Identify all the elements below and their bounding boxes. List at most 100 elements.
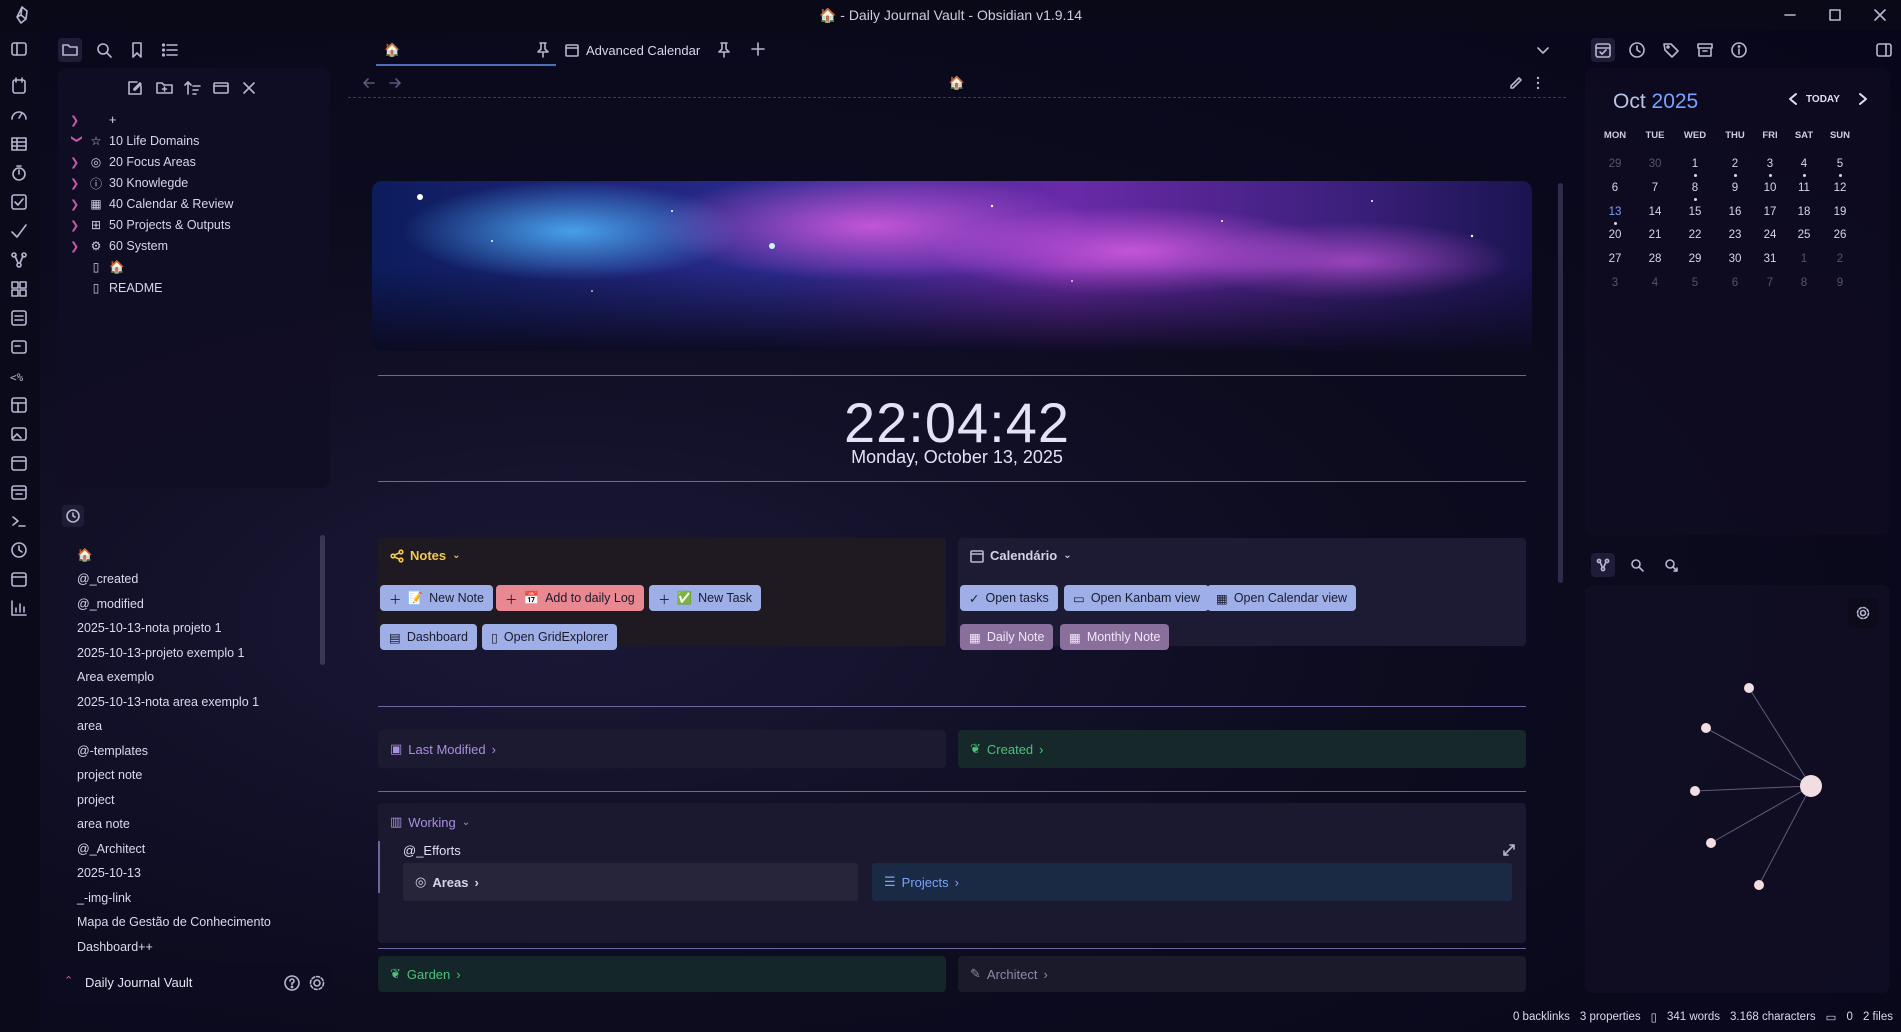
calendar-day[interactable]: 6 xyxy=(1597,182,1633,194)
backlinks-icon[interactable] xyxy=(1625,553,1649,577)
open-gridexplorer-button[interactable]: ▯ Open GridExplorer xyxy=(482,624,618,650)
calendar-day[interactable]: 17 xyxy=(1752,206,1788,218)
architect-section[interactable]: ✎ Architect › xyxy=(958,956,1526,992)
open-calendar-view-button[interactable]: ▦ Open Calendar view xyxy=(1207,585,1357,611)
bar-chart-icon[interactable] xyxy=(9,598,29,618)
calendar-day[interactable]: 5 xyxy=(1822,158,1858,170)
list-item[interactable]: Area exemplo xyxy=(77,667,154,687)
graph-node[interactable] xyxy=(1706,838,1716,848)
calendar-day[interactable]: 8 xyxy=(1677,182,1713,194)
graph-node[interactable] xyxy=(1701,723,1711,733)
calendar-day[interactable]: 12 xyxy=(1822,182,1858,194)
calendar-day[interactable]: 16 xyxy=(1717,206,1753,218)
next-month-chevron-icon[interactable] xyxy=(1857,92,1869,106)
edit-pencil-icon[interactable] xyxy=(1508,75,1524,91)
checkmark-icon[interactable] xyxy=(9,221,29,241)
info-icon[interactable] xyxy=(1727,38,1751,62)
image-icon[interactable] xyxy=(9,424,29,444)
calendar-day[interactable]: 20 xyxy=(1597,229,1633,241)
layout-icon[interactable] xyxy=(9,395,29,415)
graph-node[interactable] xyxy=(1690,786,1700,796)
tree-file-readme[interactable]: ▯ README xyxy=(58,276,328,300)
list-item[interactable]: 2025-10-13-nota area exemplo 1 xyxy=(77,692,259,712)
calendar-day[interactable]: 6 xyxy=(1717,277,1753,289)
calendar-day[interactable]: 2 xyxy=(1717,158,1753,170)
new-note-icon[interactable] xyxy=(125,78,145,98)
auto-reveal-icon[interactable] xyxy=(211,78,231,98)
calendar-day[interactable]: 1 xyxy=(1677,158,1713,170)
dashboard-icon[interactable] xyxy=(9,279,29,299)
sort-icon[interactable] xyxy=(183,78,203,98)
note-title[interactable]: 🏠 xyxy=(348,75,1566,91)
daily-note-icon[interactable] xyxy=(9,76,29,96)
new-note-button[interactable]: ＋ 📝 New Note xyxy=(380,585,493,611)
monthly-note-button[interactable]: ▦ Monthly Note xyxy=(1060,624,1170,650)
maximize-button[interactable] xyxy=(1815,4,1855,26)
outgoing-links-icon[interactable] xyxy=(1659,553,1683,577)
tab-advanced-calendar[interactable]: Advanced Calendar xyxy=(565,34,725,66)
recent-files-clock-icon[interactable] xyxy=(62,505,84,527)
prev-month-chevron-icon[interactable] xyxy=(1787,92,1799,106)
archive-icon[interactable] xyxy=(1693,38,1717,62)
local-graph-view[interactable] xyxy=(1585,585,1890,993)
list-icon[interactable] xyxy=(9,308,29,328)
dashboard-button[interactable]: ▤ Dashboard xyxy=(380,624,477,650)
calendar-range-icon[interactable] xyxy=(9,482,29,502)
garden-section[interactable]: ❦ Garden › xyxy=(378,956,946,992)
sidebar-toggle-icon[interactable] xyxy=(9,39,29,59)
today-button[interactable]: TODAY xyxy=(1806,94,1840,105)
pin-icon[interactable] xyxy=(535,41,551,59)
list-item[interactable]: _-img-link xyxy=(77,888,131,908)
calendar-day[interactable]: 15 xyxy=(1677,206,1713,218)
calendar-day[interactable]: 27 xyxy=(1597,253,1633,265)
table-icon[interactable] xyxy=(9,134,29,154)
tags-icon[interactable] xyxy=(1659,38,1683,62)
list-item[interactable]: project xyxy=(77,790,115,810)
calendar-day[interactable]: 30 xyxy=(1637,158,1673,170)
collapse-all-icon[interactable] xyxy=(239,78,259,98)
pin-icon[interactable] xyxy=(716,41,732,59)
gauge-icon[interactable] xyxy=(9,105,29,125)
calendar-day[interactable]: 21 xyxy=(1637,229,1673,241)
right-sidebar-toggle-icon[interactable] xyxy=(1872,38,1896,62)
calendar-day[interactable]: 4 xyxy=(1637,277,1673,289)
new-tab-icon[interactable] xyxy=(750,41,766,57)
reading-mode-book-icon[interactable]: ▯ xyxy=(1651,1010,1657,1024)
calendar-day[interactable]: 5 xyxy=(1677,277,1713,289)
working-header[interactable]: ▥ Working ⌄ xyxy=(390,814,470,830)
calendar-check-icon[interactable] xyxy=(9,569,29,589)
calendar-day[interactable]: 23 xyxy=(1717,229,1753,241)
list-item[interactable]: area note xyxy=(77,814,130,834)
calendar-day[interactable]: 28 xyxy=(1637,253,1673,265)
list-item[interactable]: project note xyxy=(77,765,142,785)
more-options-icon[interactable] xyxy=(1535,75,1541,91)
calendar-day[interactable]: 4 xyxy=(1786,158,1822,170)
history-icon[interactable] xyxy=(1625,38,1649,62)
calendar-day[interactable]: 14 xyxy=(1637,206,1673,218)
calendar-day[interactable]: 9 xyxy=(1717,182,1753,194)
new-folder-icon[interactable] xyxy=(155,78,175,98)
calendar-day[interactable]: 31 xyxy=(1752,253,1788,265)
tab-list-chevron-down-icon[interactable] xyxy=(1536,43,1550,57)
list-item[interactable]: Dashboard++ xyxy=(77,937,153,957)
timer-icon[interactable] xyxy=(9,163,29,183)
files-tab-icon[interactable] xyxy=(58,38,82,62)
local-graph-icon[interactable] xyxy=(1591,553,1615,577)
list-item[interactable]: area xyxy=(77,716,102,736)
open-tasks-button[interactable]: ✓ Open tasks xyxy=(960,585,1058,611)
calendar-day[interactable]: 19 xyxy=(1822,206,1858,218)
card-icon[interactable] xyxy=(9,337,29,357)
calendar-day[interactable]: 10 xyxy=(1752,182,1788,194)
list-item[interactable]: 2025-10-13-projeto exemplo 1 xyxy=(77,643,244,663)
last-modified-section[interactable]: ▣ Last Modified › xyxy=(378,730,946,768)
calendar-day[interactable]: 18 xyxy=(1786,206,1822,218)
areas-section[interactable]: ◎ Areas › xyxy=(403,863,858,901)
created-section[interactable]: ❦ Created › xyxy=(958,730,1526,768)
projects-section[interactable]: ☰ Projects › xyxy=(872,863,1512,901)
add-to-daily-log-button[interactable]: ＋ 📅 Add to daily Log xyxy=(496,585,644,611)
backlinks-count[interactable]: 0 backlinks xyxy=(1513,1011,1570,1023)
calendar-day[interactable]: 13 xyxy=(1597,206,1633,218)
settings-gear-icon[interactable] xyxy=(308,974,326,992)
graph-icon[interactable] xyxy=(9,250,29,270)
minimize-button[interactable] xyxy=(1770,4,1810,26)
